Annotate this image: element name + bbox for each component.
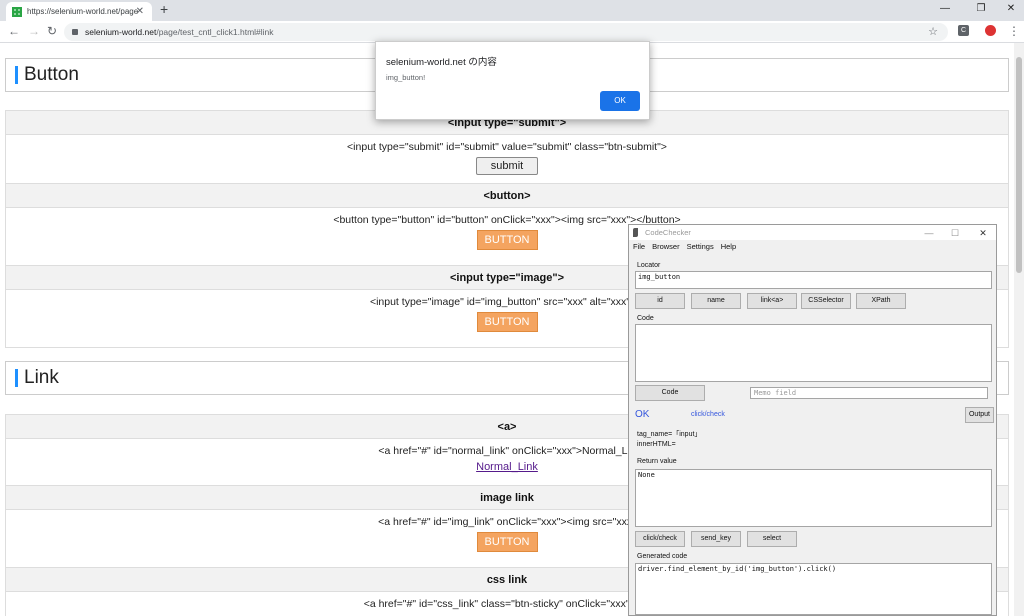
menu-help[interactable]: Help (721, 242, 736, 251)
link-button[interactable]: link<a> (747, 293, 797, 309)
code-text: <input type="submit" id="submit" value="… (347, 141, 667, 153)
section-accent-bar (15, 369, 18, 387)
output-button[interactable]: Output (965, 407, 994, 423)
browser-toolbar: ← → ↻ selenium-world.net/page/test_cntl_… (0, 21, 1024, 43)
extension-icon[interactable]: C (958, 25, 969, 36)
back-icon[interactable]: ← (8, 24, 20, 38)
site-favicon-icon (12, 6, 22, 17)
xpath-button[interactable]: XPath (856, 293, 906, 309)
click-check-button[interactable]: click/check (635, 531, 685, 547)
code-button[interactable]: Code (635, 385, 705, 401)
close-icon[interactable]: ✕ (973, 226, 993, 241)
submit-button[interactable]: submit (475, 157, 539, 175)
window-title: CodeChecker (645, 228, 691, 237)
reload-icon[interactable]: ↻ (47, 24, 57, 38)
alert-message: img_button! (386, 73, 426, 82)
minimize-icon[interactable]: — (930, 3, 960, 14)
codechecker-window: CodeChecker — ☐ ✕ File Browser Settings Hel… (628, 224, 997, 616)
tab-close-icon[interactable]: ✕ (136, 6, 144, 17)
name-button[interactable]: name (691, 293, 741, 309)
profile-avatar[interactable] (985, 25, 996, 36)
alert-dialog: selenium-world.net の内容 img_button! OK (375, 41, 650, 120)
forward-icon[interactable]: → (28, 24, 40, 38)
code-label: Code (637, 315, 654, 322)
generated-code-label: Generated code (637, 553, 688, 560)
cssselector-button[interactable]: CSSelector (801, 293, 851, 309)
page-scrollbar[interactable] (1014, 43, 1024, 616)
maximize-icon[interactable]: ☐ (945, 226, 965, 241)
image-button[interactable]: BUTTON (476, 312, 538, 332)
status-text: OK (635, 409, 650, 420)
inner-html-text: innerHTML= (637, 441, 676, 448)
image-link[interactable]: BUTTON (476, 532, 538, 552)
menu-browser[interactable]: Browser (652, 242, 680, 251)
tab-title: https://selenium-world.net/page (27, 7, 139, 16)
url-path: /page/test_cntl_click1.html#link (156, 27, 274, 37)
memo-field[interactable]: Memo field (750, 387, 988, 399)
select-button[interactable]: select (747, 531, 797, 547)
alert-ok-button[interactable]: OK (600, 91, 640, 111)
section-title: Button (24, 64, 79, 85)
browser-tab[interactable]: https://selenium-world.net/page ✕ (6, 2, 152, 21)
codechecker-titlebar: CodeChecker — ☐ ✕ (629, 225, 996, 240)
table-row: <input type="submit" id="submit" value="… (6, 135, 1008, 184)
menu-bar: File Browser Settings Help (633, 242, 743, 251)
locator-label: Locator (637, 262, 661, 269)
bookmark-star-icon[interactable]: ☆ (928, 25, 938, 38)
scrollbar-thumb[interactable] (1016, 57, 1022, 273)
code-textarea[interactable] (635, 324, 992, 382)
menu-settings[interactable]: Settings (687, 242, 714, 251)
minimize-icon[interactable]: — (919, 226, 939, 241)
id-button[interactable]: id (635, 293, 685, 309)
menu-dots-icon[interactable]: ⋮ (1008, 24, 1020, 38)
table-header: <button> (6, 184, 1008, 208)
url-host: selenium-world.net (85, 27, 157, 37)
tag-name-text: tag_name=「input」 (637, 431, 702, 438)
lock-icon (72, 29, 78, 35)
tab-bar: https://selenium-world.net/page ✕ + — ❐ … (0, 0, 1024, 21)
action-text: click/check (691, 411, 725, 418)
new-tab-icon[interactable]: + (160, 1, 168, 17)
restore-icon[interactable]: ❐ (966, 3, 996, 14)
return-value-label: Return value (637, 458, 677, 465)
generated-code-textarea[interactable]: driver.find_element_by_id('img_button').… (635, 563, 992, 615)
feather-icon (633, 228, 638, 237)
locator-input[interactable]: img_button (635, 271, 992, 289)
send-key-button[interactable]: send_key (691, 531, 741, 547)
normal-link[interactable]: Normal_Link (476, 461, 538, 473)
section-accent-bar (15, 66, 18, 84)
return-value-textarea[interactable]: None (635, 469, 992, 527)
address-bar[interactable]: selenium-world.net/page/test_cntl_click1… (64, 23, 948, 41)
menu-file[interactable]: File (633, 242, 645, 251)
orange-button[interactable]: BUTTON (476, 230, 538, 250)
alert-title: selenium-world.net の内容 (386, 57, 497, 68)
window-close-icon[interactable]: ✕ (996, 3, 1024, 14)
section-title: Link (24, 367, 59, 388)
